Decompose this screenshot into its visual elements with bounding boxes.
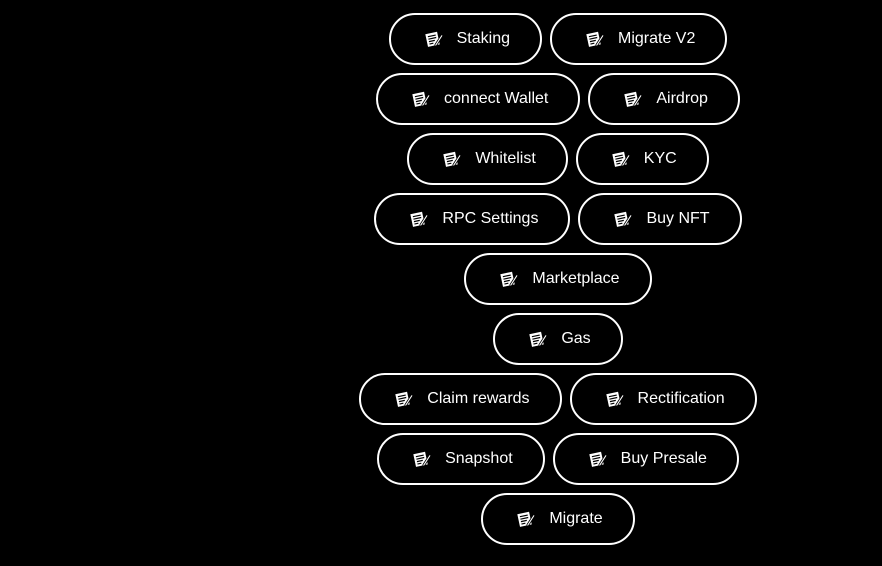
button-row: RPC Settings Buy NFT xyxy=(374,193,742,245)
memo-icon xyxy=(588,449,608,469)
memo-icon xyxy=(409,209,429,229)
button-row: Snapshot Buy Presale xyxy=(377,433,739,485)
migrate-button[interactable]: Migrate xyxy=(481,493,635,545)
button-label: Buy Presale xyxy=(620,450,707,467)
button-row: Whitelist KYC xyxy=(407,133,709,185)
buy-nft-button[interactable]: Buy NFT xyxy=(578,193,742,245)
memo-icon xyxy=(499,269,519,289)
gas-button[interactable]: Gas xyxy=(493,313,623,365)
button-label: RPC Settings xyxy=(442,210,539,227)
button-label: Staking xyxy=(456,30,510,47)
memo-icon xyxy=(394,389,414,409)
memo-icon xyxy=(516,509,536,529)
button-row: Gas xyxy=(493,313,623,365)
memo-icon xyxy=(623,89,643,109)
button-label: connect Wallet xyxy=(444,90,549,107)
button-label: KYC xyxy=(643,150,677,167)
button-label: Rectification xyxy=(637,390,725,407)
memo-icon xyxy=(528,329,548,349)
button-row: Staking Migrate V2 xyxy=(388,13,728,65)
memo-icon xyxy=(424,29,444,49)
button-row: Migrate xyxy=(481,493,635,545)
button-grid: Staking Migrate V2 connect Wallet Airdro… xyxy=(200,13,882,545)
button-label: Claim rewards xyxy=(427,390,530,407)
rectification-button[interactable]: Rectification xyxy=(569,373,757,425)
snapshot-button[interactable]: Snapshot xyxy=(377,433,545,485)
buy-presale-button[interactable]: Buy Presale xyxy=(552,433,739,485)
airdrop-button[interactable]: Airdrop xyxy=(588,73,740,125)
button-row: connect Wallet Airdrop xyxy=(376,73,740,125)
memo-icon xyxy=(605,389,625,409)
memo-icon xyxy=(613,209,633,229)
staking-button[interactable]: Staking xyxy=(388,13,542,65)
connect-wallet-button[interactable]: connect Wallet xyxy=(376,73,581,125)
marketplace-button[interactable]: Marketplace xyxy=(464,253,652,305)
rpc-settings-button[interactable]: RPC Settings xyxy=(374,193,571,245)
kyc-button[interactable]: KYC xyxy=(575,133,709,185)
button-label: Whitelist xyxy=(475,150,536,167)
button-label: Gas xyxy=(561,330,591,347)
whitelist-button[interactable]: Whitelist xyxy=(407,133,568,185)
migrate-v2-button[interactable]: Migrate V2 xyxy=(550,13,728,65)
button-row: Marketplace xyxy=(464,253,652,305)
button-label: Buy NFT xyxy=(646,210,710,227)
button-label: Migrate xyxy=(549,510,603,527)
button-label: Migrate V2 xyxy=(618,30,696,47)
memo-icon xyxy=(412,449,432,469)
button-row: Claim rewards Rectification xyxy=(359,373,757,425)
button-label: Airdrop xyxy=(656,90,708,107)
button-label: Snapshot xyxy=(445,450,513,467)
memo-icon xyxy=(611,149,631,169)
memo-icon xyxy=(411,89,431,109)
button-label: Marketplace xyxy=(532,270,620,287)
memo-icon xyxy=(442,149,462,169)
claim-rewards-button[interactable]: Claim rewards xyxy=(359,373,562,425)
memo-icon xyxy=(585,29,605,49)
